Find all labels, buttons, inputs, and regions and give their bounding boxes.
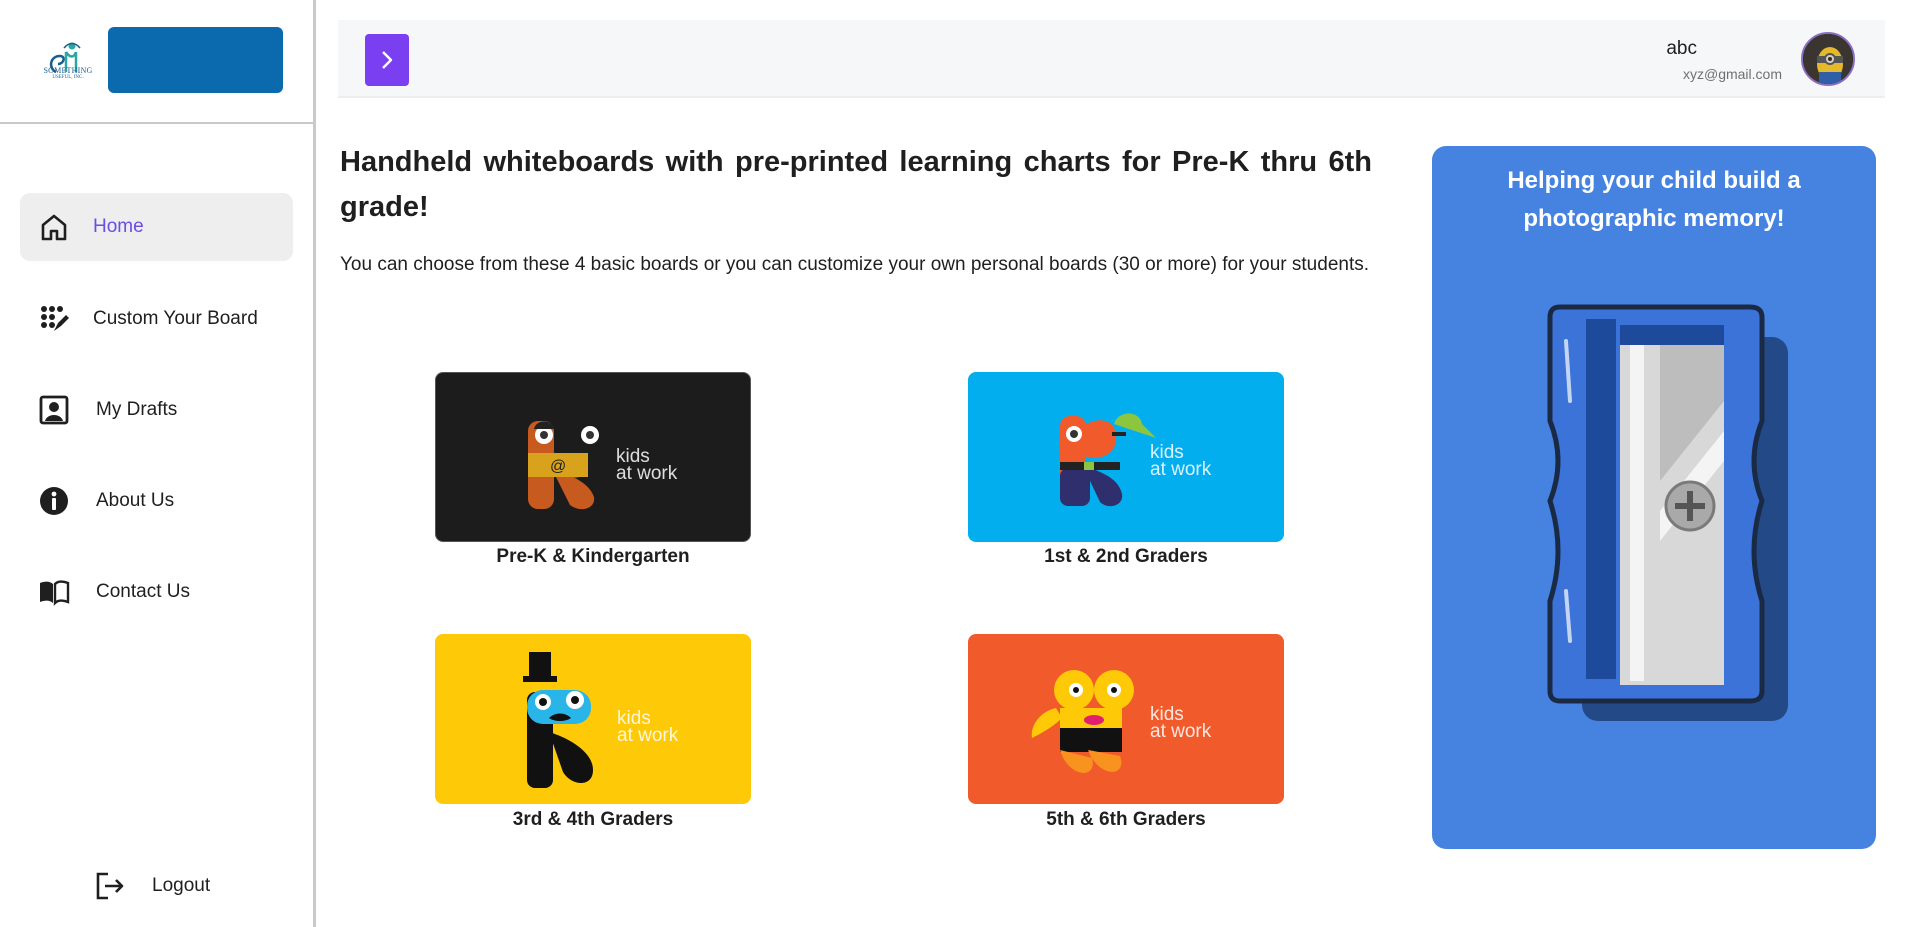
- board-card-1st-2nd[interactable]: kids at work: [968, 372, 1284, 542]
- sidebar: SOMETHING USEFUL, INC. Home Custom Your …: [0, 0, 316, 927]
- logout-button[interactable]: Logout: [94, 866, 244, 906]
- user-email: xyz@gmail.com: [1682, 66, 1782, 82]
- board-brand-text: kids at work: [616, 446, 678, 484]
- board-brand-text: kids at work: [617, 708, 679, 746]
- kids-at-work-mascot-icon: [1060, 413, 1156, 507]
- sidebar-item-contact-us[interactable]: Contact Us: [20, 558, 293, 626]
- sidebar-item-label: My Drafts: [96, 399, 178, 420]
- promo-panel: Helping your child build a photographic …: [1432, 146, 1876, 849]
- svg-text:@: @: [550, 458, 566, 475]
- palette-icon: [41, 306, 69, 331]
- kids-at-work-mascot-icon: @: [528, 421, 599, 510]
- logout-icon: [96, 872, 124, 900]
- page-title: Handheld whiteboards with pre-printed le…: [340, 146, 1372, 223]
- board-card-5th-6th[interactable]: kids at work: [968, 634, 1284, 804]
- board-caption: 1st & 2nd Graders: [1044, 546, 1208, 567]
- board-card-pre-k[interactable]: @ kids at work: [435, 372, 751, 542]
- chevron-right-icon: [382, 51, 393, 69]
- logo-subtext: USEFUL, INC.: [52, 75, 84, 80]
- drafts-icon: [39, 395, 69, 425]
- user-name: abc: [1666, 38, 1697, 59]
- sidebar-item-custom-your-board[interactable]: Custom Your Board: [20, 285, 293, 353]
- avatar-image-icon: [1803, 34, 1853, 84]
- page-description: You can choose from these 4 basic boards…: [340, 254, 1370, 275]
- logo-text: SOMETHING: [43, 66, 93, 75]
- sidebar-item-label: Contact Us: [96, 581, 190, 602]
- top-bar: abc xyz@gmail.com: [338, 20, 1885, 98]
- kids-at-work-mascot-icon: [1031, 670, 1134, 773]
- home-icon: [41, 214, 67, 241]
- book-icon: [40, 580, 70, 606]
- sidebar-item-about-us[interactable]: About Us: [20, 467, 293, 535]
- sidebar-item-label: Home: [93, 216, 144, 237]
- sidebar-item-label: About Us: [96, 490, 175, 511]
- avatar[interactable]: [1801, 32, 1855, 86]
- board-caption: 5th & 6th Graders: [1046, 809, 1206, 830]
- sidebar-item-label: Custom Your Board: [93, 308, 258, 329]
- logo-area: SOMETHING USEFUL, INC.: [0, 0, 313, 124]
- info-icon: [40, 487, 68, 515]
- board-caption: Pre-K & Kindergarten: [496, 546, 690, 567]
- sidebar-toggle-button[interactable]: [365, 34, 409, 86]
- promo-title: Helping your child build a photographic …: [1507, 167, 1801, 232]
- logo-banner: [108, 27, 283, 93]
- sidebar-item-home[interactable]: Home: [20, 193, 293, 261]
- kids-at-work-mascot-icon: [523, 652, 593, 788]
- board-brand-text: kids at work: [1150, 442, 1212, 480]
- logout-label: Logout: [152, 875, 211, 896]
- board-card-3rd-4th[interactable]: kids at work: [435, 634, 751, 804]
- board-brand-text: kids at work: [1150, 704, 1212, 742]
- pencil-sharpener-illustration-icon: [1547, 304, 1788, 721]
- sidebar-item-my-drafts[interactable]: My Drafts: [20, 376, 293, 444]
- board-caption: 3rd & 4th Graders: [512, 809, 674, 830]
